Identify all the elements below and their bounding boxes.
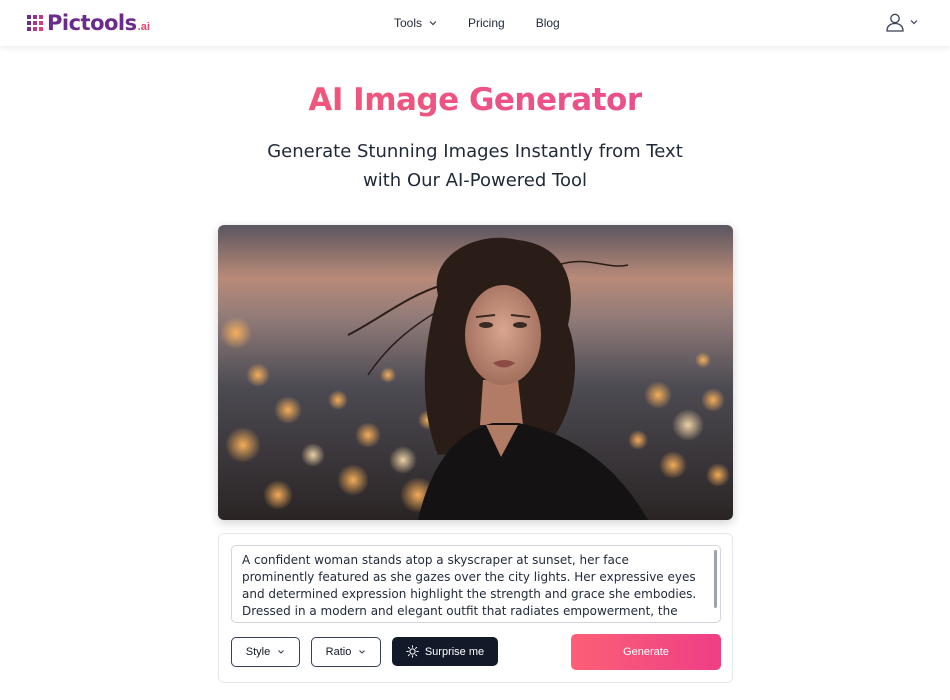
logo-grid-icon	[27, 15, 43, 31]
surprise-me-button[interactable]: Surprise me	[392, 637, 498, 666]
prompt-scrollbar[interactable]	[714, 550, 717, 608]
logo-text: Pictools	[47, 11, 137, 35]
logo-suffix: .ai	[137, 20, 150, 33]
surprise-label: Surprise me	[424, 645, 485, 658]
chevron-down-icon	[278, 650, 285, 654]
top-header: Pictools .ai Tools Pricing Blog	[0, 0, 950, 46]
page-title: AI Image Generator	[308, 82, 642, 118]
generate-button[interactable]: Generate	[571, 634, 721, 670]
generated-image	[218, 225, 733, 520]
nav-tools[interactable]: Tools	[394, 16, 437, 30]
nav-blog[interactable]: Blog	[536, 16, 560, 30]
prompt-panel: A confident woman stands atop a skyscrap…	[218, 533, 733, 683]
page-subtitle: Generate Stunning Images Instantly from …	[225, 137, 725, 195]
nav-tools-label: Tools	[394, 16, 423, 30]
user-menu[interactable]	[885, 12, 918, 32]
style-label: Style	[245, 646, 271, 658]
ratio-dropdown[interactable]: Ratio	[311, 637, 381, 667]
user-icon	[886, 13, 904, 32]
portrait-photo	[218, 225, 733, 520]
style-dropdown[interactable]: Style	[231, 637, 300, 667]
nav-pricing[interactable]: Pricing	[468, 16, 505, 30]
chevron-down-icon	[429, 21, 437, 26]
prompt-textarea[interactable]: A confident woman stands atop a skyscrap…	[231, 545, 721, 623]
chevron-down-icon	[359, 650, 366, 654]
subtitle-line-2: with Our AI-Powered Tool	[363, 170, 587, 191]
subtitle-line-1: Generate Stunning Images Instantly from …	[267, 141, 683, 162]
sun-icon	[406, 645, 419, 658]
logo[interactable]: Pictools .ai	[27, 10, 150, 36]
ratio-label: Ratio	[325, 646, 352, 658]
prompt-text: A confident woman stands atop a skyscrap…	[242, 553, 697, 622]
chevron-down-icon	[910, 20, 918, 25]
main-nav: Tools Pricing Blog	[394, 0, 560, 46]
